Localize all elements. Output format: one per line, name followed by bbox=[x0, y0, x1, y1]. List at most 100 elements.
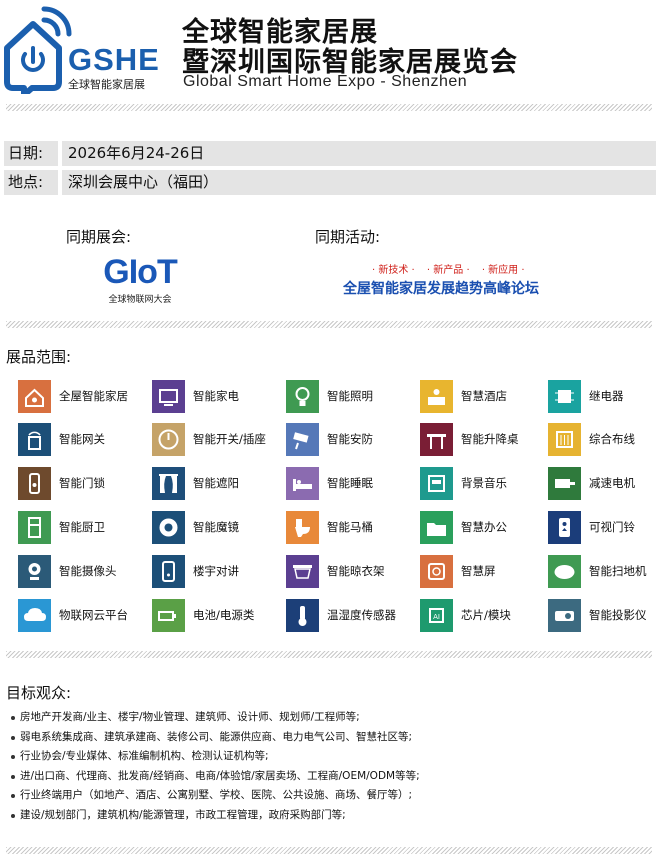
curtain-icon bbox=[152, 467, 185, 500]
giot-logo[interactable]: GIoT 全球物联网大会 bbox=[94, 253, 186, 305]
gshe-logo: GSHE 全球智能家居展 bbox=[2, 4, 162, 94]
motor-icon bbox=[548, 467, 581, 500]
list-item: 房地产开发商/业主、楼宇/物业管理、建筑师、设计师、规划师/工程师等; bbox=[10, 708, 420, 728]
exhibit-name: 楼宇对讲 bbox=[193, 564, 239, 578]
exhibit-name: 智能家电 bbox=[193, 389, 239, 403]
exhibit-item: 智能扫地机 bbox=[548, 555, 656, 591]
exhibit-name: 智能遮阳 bbox=[193, 476, 239, 490]
exhibit-item: 智能摄像头 bbox=[18, 555, 152, 591]
hotel-reception-icon bbox=[420, 380, 453, 413]
exhibit-name: 智能照明 bbox=[327, 389, 373, 403]
exhibit-name: 智能马桶 bbox=[327, 520, 373, 534]
exhibit-name: 智能厨卫 bbox=[59, 520, 105, 534]
exhibit-name: 智能魔镜 bbox=[193, 520, 239, 534]
venue-row: 地点: 深圳会展中心（福田） bbox=[4, 170, 656, 195]
exhibit-name: 智慧办公 bbox=[461, 520, 507, 534]
toilet-icon bbox=[286, 511, 319, 544]
smart-bed-icon bbox=[286, 467, 319, 500]
exhibit-name: 智能摄像头 bbox=[59, 564, 117, 578]
audience-label: 目标观众: bbox=[6, 684, 72, 702]
exhibit-name: 芯片/模块 bbox=[461, 608, 511, 622]
exhibit-name: 智能开关/插座 bbox=[193, 432, 266, 446]
video-doorbell-icon bbox=[548, 511, 581, 544]
exhibit-name: 智能网关 bbox=[59, 432, 105, 446]
exhibit-item: 智慧屏 bbox=[420, 555, 554, 591]
door-lock-icon bbox=[18, 467, 51, 500]
light-bulb-icon bbox=[286, 380, 319, 413]
cabling-icon bbox=[548, 423, 581, 456]
exhibit-name: 智能门锁 bbox=[59, 476, 105, 490]
music-player-icon bbox=[420, 467, 453, 500]
webcam-icon bbox=[18, 555, 51, 588]
logo-subtitle: 全球智能家居展 bbox=[68, 78, 145, 91]
exhibit-item: 智慧办公 bbox=[420, 511, 554, 547]
exhibit-item: 综合布线 bbox=[548, 423, 656, 459]
exhibit-name: 智能投影仪 bbox=[589, 608, 647, 622]
projector-icon bbox=[548, 599, 581, 632]
exhibits-label: 展品范围: bbox=[6, 348, 72, 366]
gateway-icon bbox=[18, 423, 51, 456]
exhibit-name: 智慧屏 bbox=[461, 564, 496, 578]
exhibit-item: 可视门铃 bbox=[548, 511, 656, 547]
power-switch-icon bbox=[152, 423, 185, 456]
exhibit-item: 电池/电源类 bbox=[152, 599, 286, 635]
exhibit-item: 继电器 bbox=[548, 380, 656, 416]
exhibit-item: 物联网云平台 bbox=[18, 599, 152, 635]
exhibit-item: 智能投影仪 bbox=[548, 599, 656, 635]
date-value: 2026年6月24-26日 bbox=[62, 141, 656, 166]
robot-vacuum-icon bbox=[548, 555, 581, 588]
hatch-divider bbox=[6, 847, 652, 854]
exhibit-item: 智能安防 bbox=[286, 423, 420, 459]
exhibit-item: 减速电机 bbox=[548, 467, 656, 503]
clothes-rack-icon bbox=[286, 555, 319, 588]
exhibit-name: 可视门铃 bbox=[589, 520, 635, 534]
magic-mirror-icon bbox=[152, 511, 185, 544]
exhibit-item: 温湿度传感器 bbox=[286, 599, 420, 635]
exhibit-name: 电池/电源类 bbox=[193, 608, 255, 622]
exhibit-name: 全屋智能家居 bbox=[59, 389, 128, 403]
list-item: 行业终端用户（如地产、酒店、公寓别墅、学校、医院、公共设施、商场、餐厅等）; bbox=[10, 786, 420, 806]
event-tag: · 新产品 · bbox=[426, 265, 470, 276]
exhibit-name: 智能晾衣架 bbox=[327, 564, 385, 578]
exhibit-item: 智慧酒店 bbox=[420, 380, 554, 416]
exhibit-item: 智能魔镜 bbox=[152, 511, 286, 547]
exhibit-item: 智能睡眠 bbox=[286, 467, 420, 503]
event-tag: · 新应用 · bbox=[481, 265, 525, 276]
page-header: GSHE 全球智能家居展 全球智能家居展 暨深圳国际智能家居展览会 Global… bbox=[0, 0, 656, 100]
hatch-divider bbox=[6, 651, 652, 658]
tv-icon bbox=[152, 380, 185, 413]
exhibit-name: 智慧酒店 bbox=[461, 389, 507, 403]
venue-value: 深圳会展中心（福田） bbox=[62, 170, 656, 195]
forum-title[interactable]: 全屋智能家居发展趋势高峰论坛 bbox=[343, 278, 539, 298]
event-tags: · 新技术 · · 新产品 · · 新应用 · bbox=[372, 261, 534, 276]
date-row: 日期: 2026年6月24-26日 bbox=[4, 141, 656, 166]
exhibit-item: 智能厨卫 bbox=[18, 511, 152, 547]
svg-text:AI: AI bbox=[433, 613, 440, 621]
exhibit-name: 减速电机 bbox=[589, 476, 635, 490]
exhibit-name: 综合布线 bbox=[589, 432, 635, 446]
giot-subtitle: 全球物联网大会 bbox=[108, 295, 172, 305]
exhibit-name: 智能升降桌 bbox=[461, 432, 519, 446]
exhibit-item: 智能网关 bbox=[18, 423, 152, 459]
list-item: 行业协会/专业媒体、标准编制机构、检测认证机构等; bbox=[10, 747, 420, 767]
exhibit-item: 智能家电 bbox=[152, 380, 286, 416]
exhibit-name: 温湿度传感器 bbox=[327, 608, 396, 622]
exhibit-name: 智能扫地机 bbox=[589, 564, 647, 578]
hatch-divider bbox=[6, 104, 652, 111]
exhibit-item: 智能升降桌 bbox=[420, 423, 554, 459]
hatch-divider bbox=[6, 321, 652, 328]
exhibit-name: 继电器 bbox=[589, 389, 624, 403]
fridge-icon bbox=[18, 511, 51, 544]
battery-plug-icon bbox=[152, 599, 185, 632]
exhibit-name: 背景音乐 bbox=[461, 476, 507, 490]
venue-label: 地点: bbox=[4, 170, 58, 195]
concurrent-exhibition-label: 同期展会: bbox=[66, 228, 132, 246]
exhibit-name: 智能安防 bbox=[327, 432, 373, 446]
list-item: 进/出口商、代理商、批发商/经销商、电商/体验馆/家居卖场、工程商/OEM/OD… bbox=[10, 767, 420, 787]
audience-list: 房地产开发商/业主、楼宇/物业管理、建筑师、设计师、规划师/工程师等; 弱电系统… bbox=[10, 708, 420, 825]
list-item: 弱电系统集成商、建筑承建商、装修公司、能源供应商、电力电气公司、智慧社区等; bbox=[10, 728, 420, 748]
ai-chip-icon: AI bbox=[420, 599, 453, 632]
giot-mark: GIoT bbox=[103, 253, 177, 291]
lift-desk-icon bbox=[420, 423, 453, 456]
thermometer-icon bbox=[286, 599, 319, 632]
